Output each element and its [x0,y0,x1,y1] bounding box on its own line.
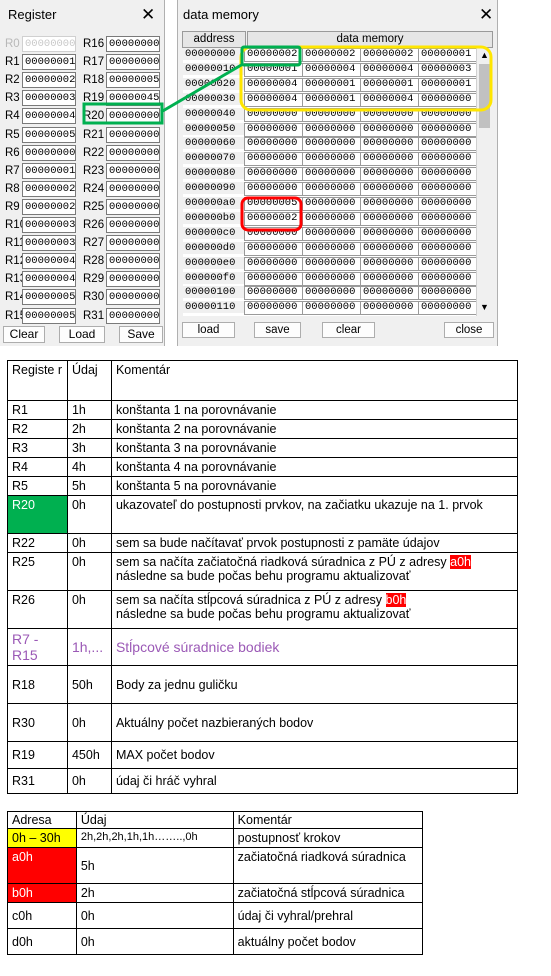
register-table: Registe r Údaj Komentár R1 1h konštanta 1 … [7,360,519,794]
red-highlight-box [240,196,303,232]
address-cell: 0h – 30h [7,828,77,848]
reg-value-cell: 4h [66,457,112,477]
reg-comment-cell: konštanta 4 na porovnávanie [110,457,519,477]
address-comment-cell: postupnosť krokov [232,828,424,848]
comment-text: následne sa bude počas behu programu akt… [115,569,411,583]
reg-comment-cell: Stĺpcové súradnice bodiek [110,628,519,666]
reg-comment-cell: údaj či hráč vyhral [110,768,519,794]
reg-cell: R5 [7,476,68,496]
reg-comment-cell: ukazovateľ do postupnosti prvkov, na zač… [110,495,519,534]
reg-comment-cell: Body za jednu guličku [110,665,519,704]
green-connector-line [160,62,244,114]
green-register-highlight [82,102,164,125]
reg-value-cell: 5h [66,476,112,496]
reg-comment-cell: konštanta 2 na porovnávanie [110,419,519,439]
reg-cell: R7 - R15 [7,628,68,666]
reg-value-cell: 3h [66,438,112,458]
reg-value-cell: 1h [66,400,112,420]
reg-cell: R26 [7,590,68,629]
reg-value-cell: 2h [66,419,112,439]
reg-value-cell: 0h [66,590,112,629]
reg-comment-cell: MAX počet bodov [110,741,519,769]
reg-cell: R31 [7,768,68,794]
reg-comment-cell: sem sa bude načítavať prvok postupnosti … [110,533,519,553]
address-comment-cell: údaj či vyhral/prehral [232,902,424,929]
reg-value-cell: 0h [66,552,112,591]
address-table: Adresa Údaj Komentár 0h – 30h 2h,2h,2h,1h… [7,811,424,955]
reg-cell: R4 [7,457,68,477]
reg-cell: R3 [7,438,68,458]
reg-cell: R2 [7,419,68,439]
reg-cell: R19 [7,741,68,769]
reg-value-cell: 0h [66,495,112,534]
address-highlight-b0h: b0h [385,593,407,607]
register-table-header-comment: Komentár [110,360,519,401]
reg-value-cell: 1h,... [66,628,112,666]
address-comment-cell: začiatočná stĺpcová súradnica [232,883,424,903]
green-memory-highlight [240,45,302,67]
address-cell: b0h [7,883,77,903]
reg-comment-cell: sem sa načíta stĺpcová súradnica z PÚ z … [110,590,519,629]
register-table-header-val: Údaj [66,360,112,401]
yellow-highlight-box [239,45,493,112]
address-value-cell: 2h [75,883,234,903]
address-table-header-addr: Adresa [7,811,77,829]
address-table-header-val: Údaj [75,811,234,829]
comment-text: sem sa načíta stĺpcová súradnica z PÚ z … [115,593,386,607]
address-value-cell: 2h,2h,2h,1h,1h……..,0h [75,828,234,848]
reg-cell: R22 [7,533,68,553]
reg-value-cell: 50h [66,665,112,704]
reg-cell: R25 [7,552,68,591]
comment-text: sem sa načíta začiatočná riadková súradn… [115,555,451,569]
comment-text: následne sa bude počas behu programu akt… [115,607,411,621]
reg-value-cell: 0h [66,768,112,794]
reg-comment-cell: Aktuálny počet nazbieraných bodov [110,703,519,742]
address-comment-cell: začiatočná riadková súradnica [232,847,424,884]
reg-cell: R18 [7,665,68,704]
reg-cell-r20: R20 [7,495,68,534]
reg-comment-cell: konštanta 5 na porovnávanie [110,476,519,496]
address-value-cell: 5h [75,847,234,884]
address-cell: a0h [7,847,77,884]
address-table-header-comment: Komentár [232,811,424,829]
address-highlight-a0h: a0h [450,555,471,569]
address-cell: c0h [7,902,77,929]
reg-comment-cell: konštanta 1 na porovnávanie [110,400,519,420]
address-value-cell: 0h [75,902,234,929]
reg-value-cell: 0h [66,533,112,553]
address-comment-cell: aktuálny počet bodov [232,928,424,955]
register-table-header-reg: Registe r [7,360,68,401]
reg-cell: R1 [7,400,68,420]
reg-cell: R30 [7,703,68,742]
reg-comment-cell: sem sa načíta začiatočná riadková súradn… [110,552,519,591]
address-value-cell: 0h [75,928,234,955]
annotation-overlay [82,45,493,232]
reg-value-cell: 0h [66,703,112,742]
reg-value-cell: 450h [66,741,112,769]
address-cell: d0h [7,928,77,955]
reg-comment-cell: konštanta 3 na porovnávanie [110,438,519,458]
